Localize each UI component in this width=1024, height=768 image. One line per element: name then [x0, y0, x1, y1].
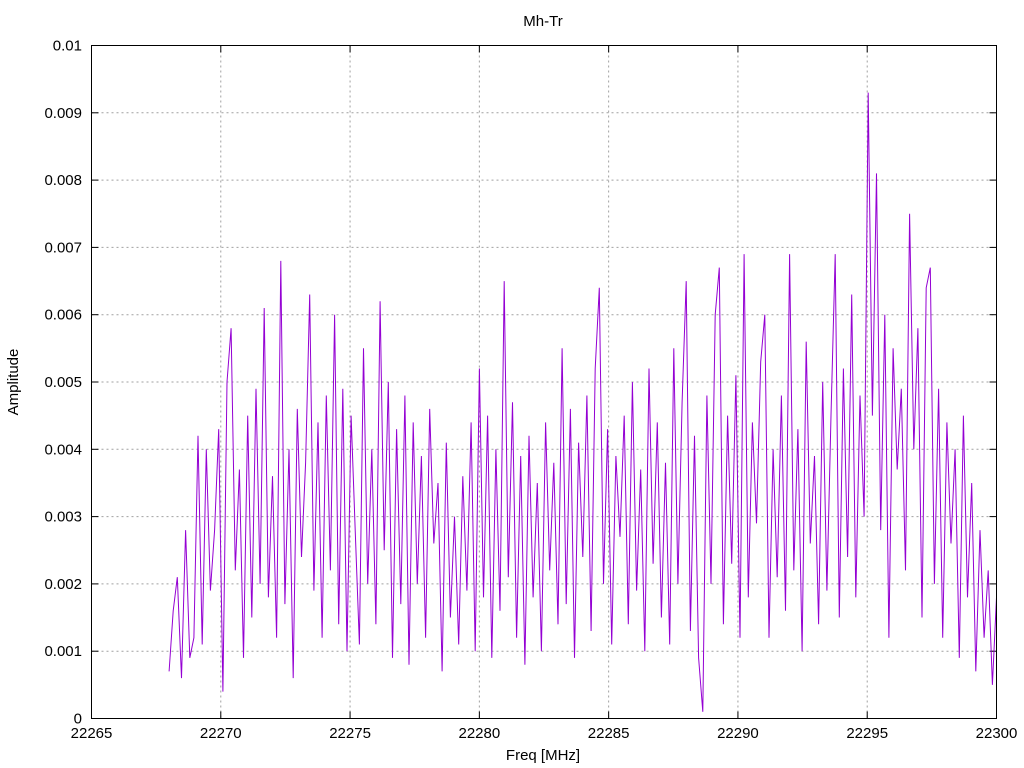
- x-tick-label: 22265: [71, 725, 113, 742]
- x-tick-label: 22270: [200, 725, 242, 742]
- x-tick-label: 22295: [846, 725, 888, 742]
- y-tick-label: 0.004: [44, 441, 82, 458]
- x-tick-label: 22290: [717, 725, 759, 742]
- x-axis-label: Freq [MHz]: [506, 747, 580, 764]
- y-tick-label: 0.001: [44, 643, 82, 660]
- x-tick-label: 22275: [329, 725, 371, 742]
- chart-title: Mh-Tr: [523, 13, 562, 30]
- y-tick-label: 0.006: [44, 307, 82, 324]
- x-tick-label: 22285: [588, 725, 630, 742]
- x-tick-label: 22300: [976, 725, 1018, 742]
- chart: 22265 22270 22275 22280 22285 22290 22295 22300…: [5, 13, 1017, 764]
- series-layer: [168, 92, 997, 712]
- y-tick-label: 0.007: [44, 239, 82, 256]
- y-tick-label: 0.01: [53, 38, 82, 55]
- y-tick-label: 0.008: [44, 172, 82, 189]
- y-tick-label: 0.009: [44, 105, 82, 122]
- y-tick-label: 0.003: [44, 509, 82, 526]
- y-tick-label: 0.005: [44, 374, 82, 391]
- x-tick-label: 22280: [458, 725, 500, 742]
- y-tick-label: 0.002: [44, 576, 82, 593]
- series-line-Mh-Tr: [168, 92, 997, 712]
- y-tick-label: 0: [74, 711, 82, 728]
- ticks: 22265 22270 22275 22280 22285 22290 22295 22300…: [44, 38, 1017, 743]
- y-axis-label: Amplitude: [5, 349, 22, 416]
